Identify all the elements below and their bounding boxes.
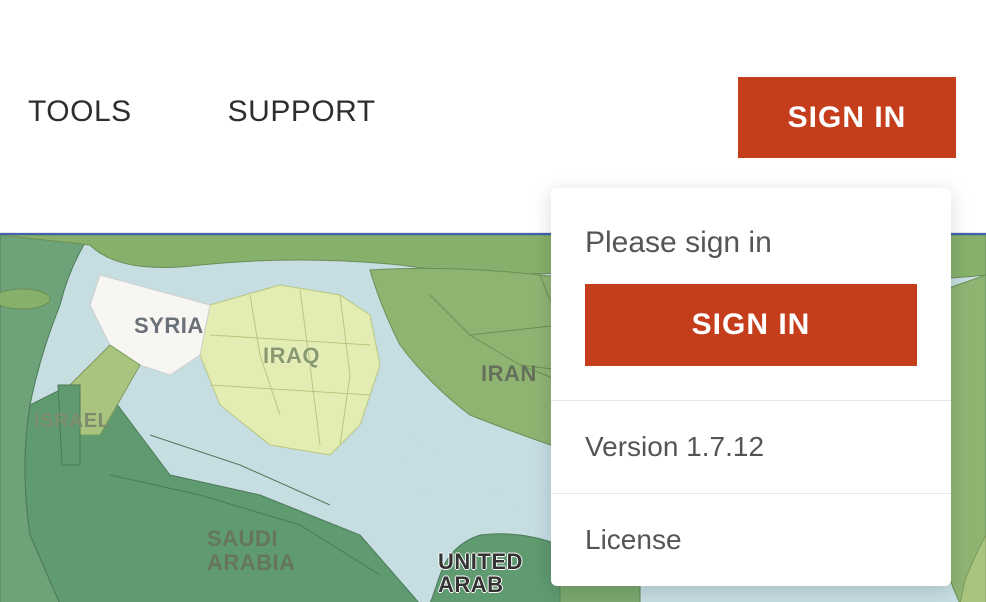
version-text: Version 1.7.12 [585,431,917,463]
signin-dropdown: Please sign in SIGN IN Version 1.7.12 Li… [551,188,951,586]
license-link[interactable]: License [585,524,917,556]
signin-button[interactable]: SIGN IN [738,77,956,158]
nav-support[interactable]: SUPPORT [228,95,376,129]
dropdown-signin-button[interactable]: SIGN IN [585,284,917,366]
nav-tools[interactable]: TOOLS [28,95,132,129]
signin-prompt: Please sign in [585,226,917,260]
